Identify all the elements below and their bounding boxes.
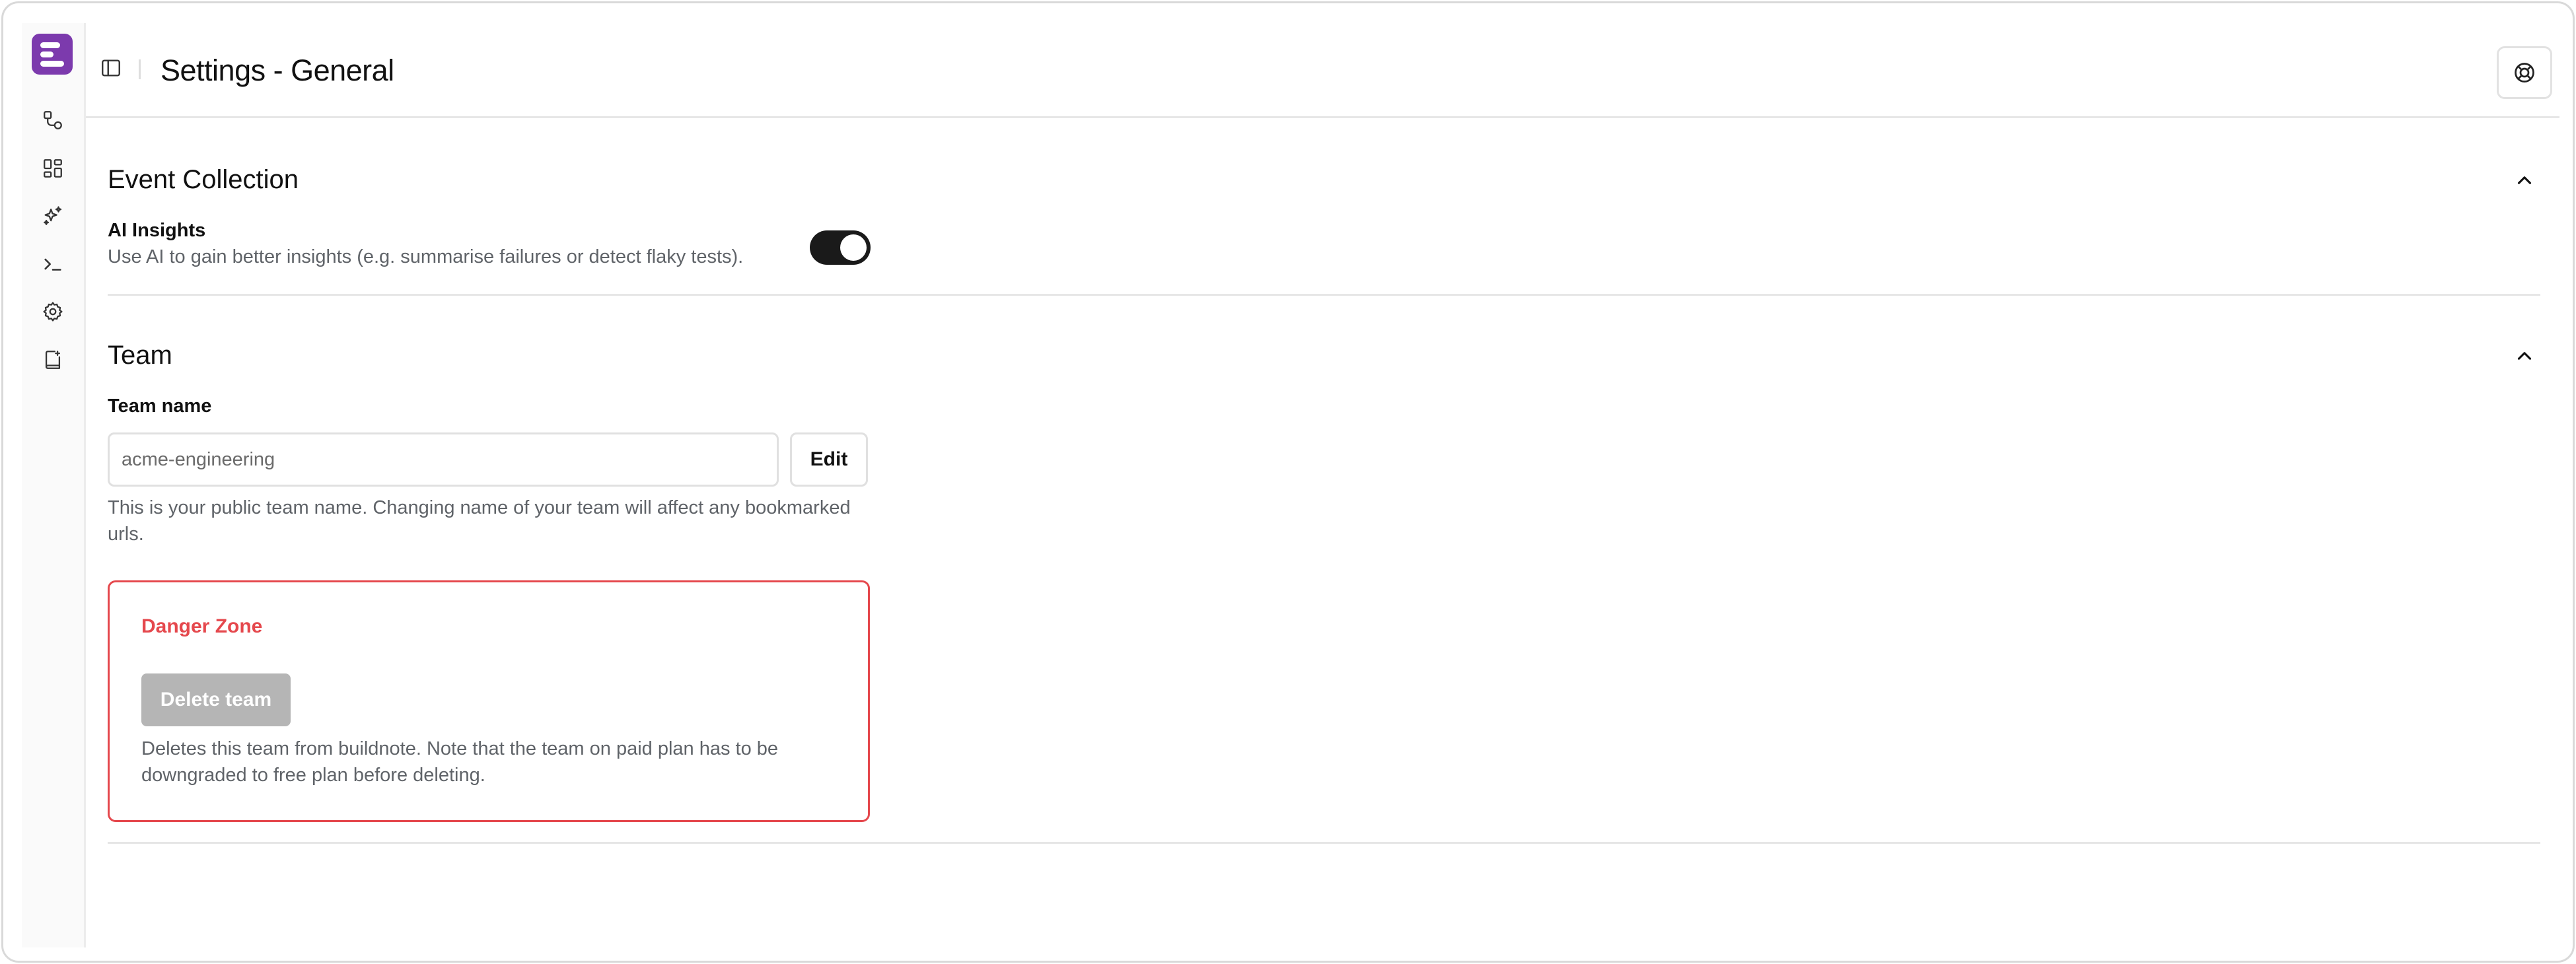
lifebuoy-icon <box>2515 63 2534 83</box>
danger-zone: Danger Zone Delete team Deletes this tea… <box>108 580 870 822</box>
section-divider <box>108 842 2540 844</box>
section-divider <box>108 294 2540 296</box>
page-header: Settings - General <box>86 23 2559 118</box>
danger-zone-title: Danger Zone <box>141 615 263 637</box>
buildnote-logo[interactable] <box>32 34 73 75</box>
section-title-event-collection: Event Collection <box>108 165 299 194</box>
ai-insights-label: AI Insights <box>108 220 206 241</box>
chevron-up-icon <box>2517 176 2532 184</box>
delete-team-button[interactable]: Delete team <box>141 673 291 726</box>
ai-insights-description: Use AI to gain better insights (e.g. sum… <box>108 246 744 267</box>
danger-zone-description: Deletes this team from buildnote. Note t… <box>141 738 779 786</box>
sparkles-icon <box>44 206 62 225</box>
sidebar-item-workflows[interactable] <box>37 104 69 136</box>
collapse-event-collection-button[interactable] <box>2513 169 2536 191</box>
chevron-up-icon <box>2517 352 2532 360</box>
collapse-team-button[interactable] <box>2513 345 2536 367</box>
sidebar <box>22 23 86 947</box>
workflow-icon <box>44 111 62 129</box>
dashboard-icon <box>44 159 62 178</box>
ai-insights-toggle[interactable] <box>810 230 871 265</box>
section-title-team: Team <box>108 341 172 370</box>
app-window: Settings - General Event Collection AI I… <box>1 1 2575 963</box>
sidebar-item-settings[interactable] <box>37 296 69 327</box>
team-name-help-text: This is your public team name. Changing … <box>108 497 851 545</box>
sidebar-toggle-button[interactable] <box>98 55 124 81</box>
sidebar-item-dashboard[interactable] <box>37 153 69 184</box>
page-title: Settings - General <box>161 53 394 87</box>
sidebar-item-terminal[interactable] <box>37 248 69 280</box>
sidebar-item-ai-insights[interactable] <box>37 200 69 232</box>
team-name-label: Team name <box>108 396 212 417</box>
edit-team-name-button[interactable]: Edit <box>790 432 868 487</box>
terminal-icon <box>44 258 61 271</box>
team-name-input[interactable] <box>108 432 779 487</box>
header-divider <box>139 59 141 79</box>
help-button[interactable] <box>2497 46 2552 99</box>
book-icon <box>45 351 61 369</box>
sidebar-panel-icon <box>102 59 120 77</box>
sidebar-item-docs[interactable] <box>37 344 69 376</box>
toggle-knob <box>840 234 867 261</box>
gear-icon <box>43 302 63 322</box>
